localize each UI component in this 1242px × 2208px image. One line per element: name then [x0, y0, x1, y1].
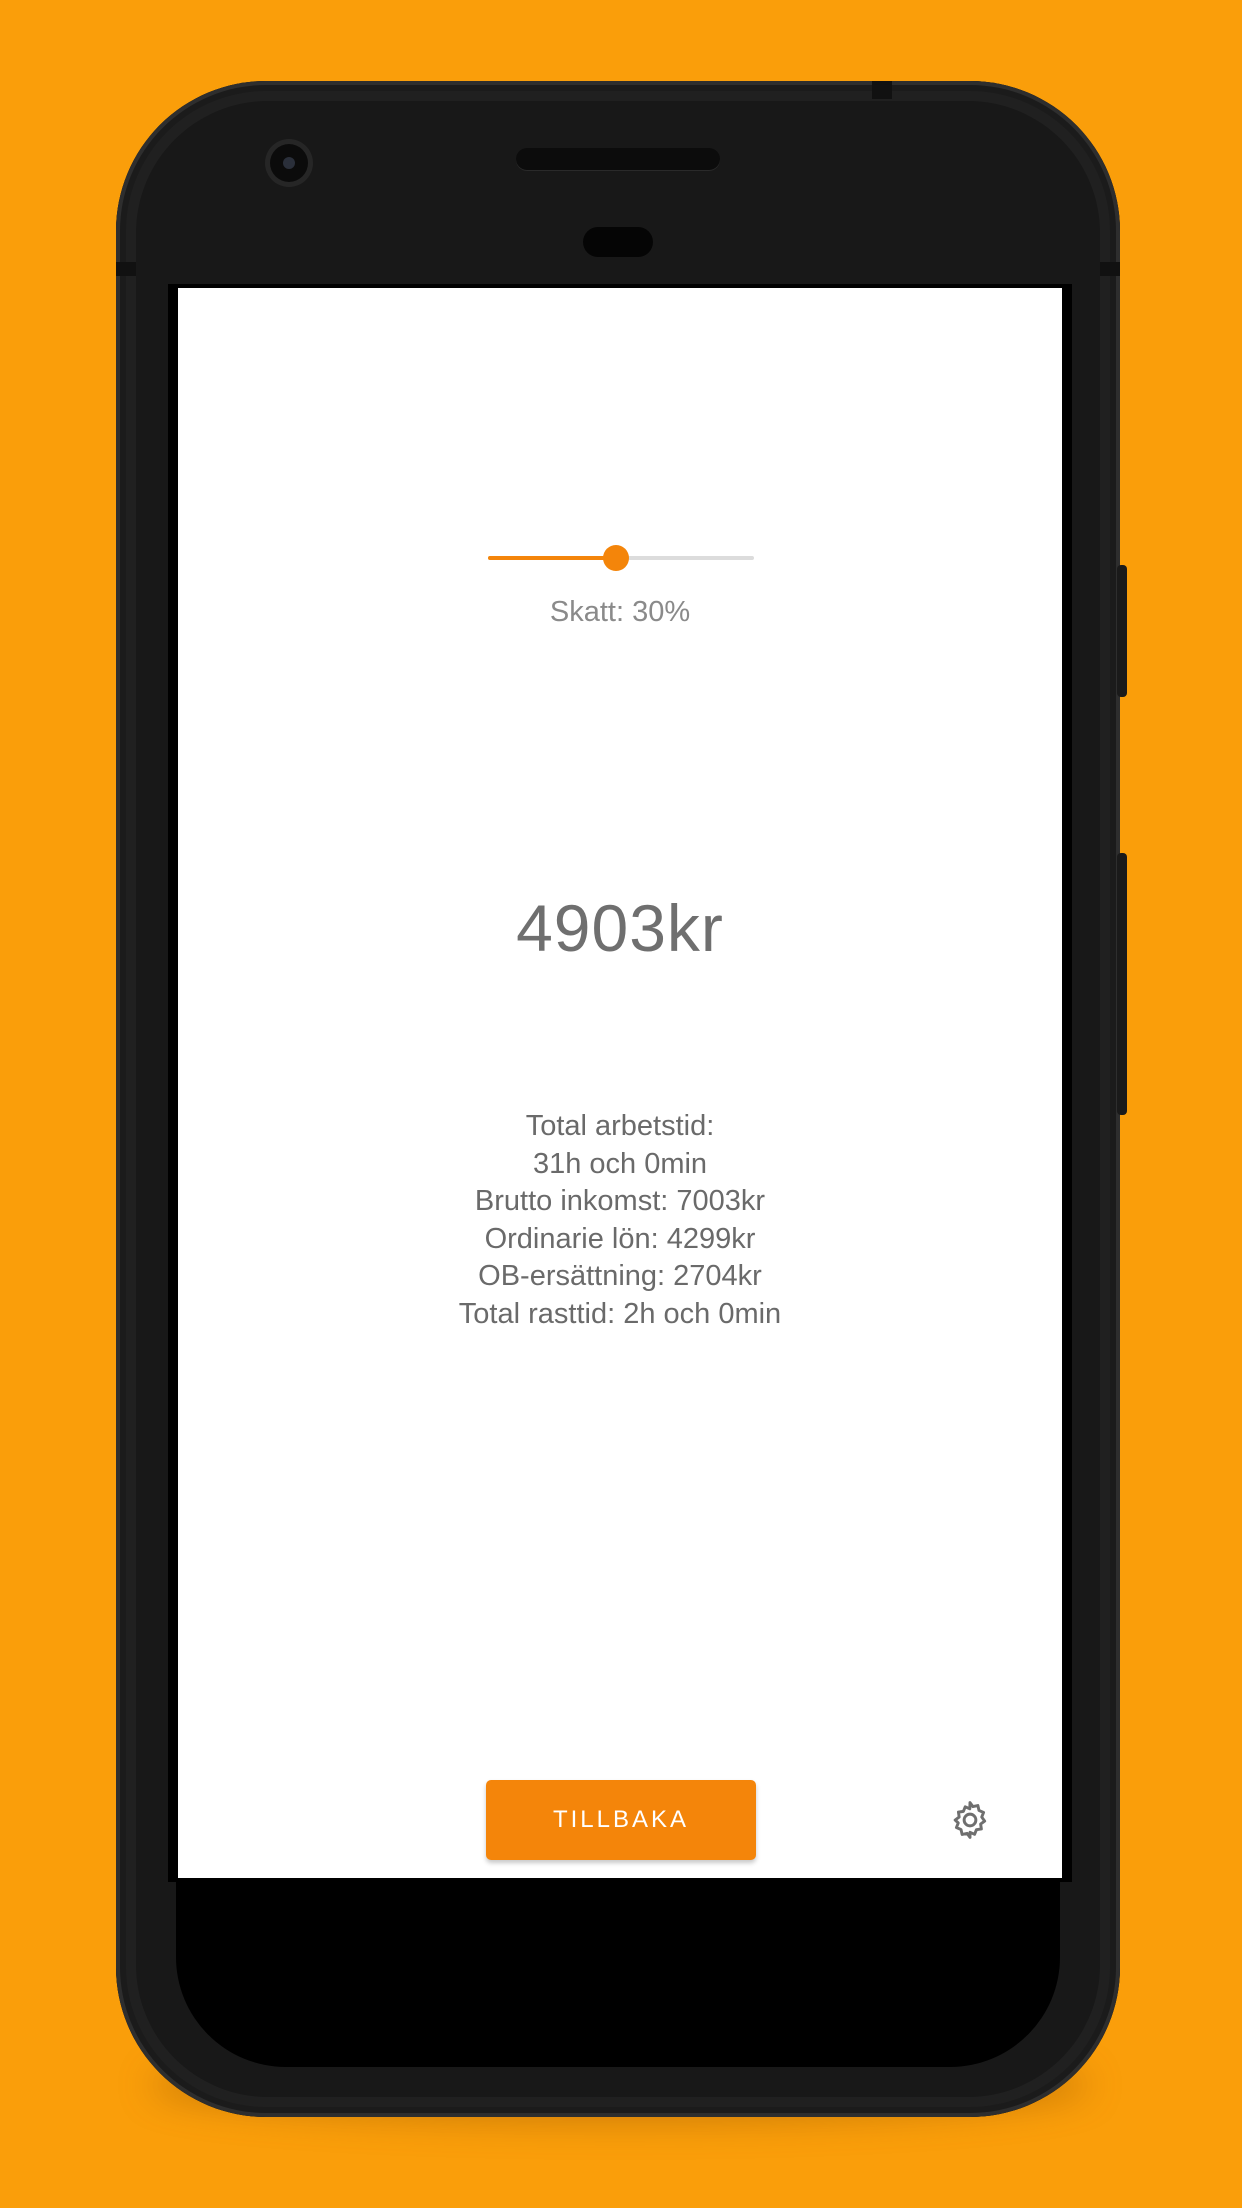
phone-screen: Skatt: 30% 4903kr Total arbetstid: 31h o…	[168, 284, 1072, 1882]
antenna-line	[116, 262, 136, 276]
app-view: Skatt: 30% 4903kr Total arbetstid: 31h o…	[178, 288, 1062, 1878]
power-button	[1117, 565, 1127, 697]
antenna-line	[872, 81, 892, 99]
proximity-sensor	[583, 227, 653, 257]
gross-income-text: Brutto inkomst: 7003kr	[474, 1185, 766, 1217]
net-income-amount: 4903kr	[516, 891, 724, 965]
antenna-line	[1100, 262, 1120, 276]
volume-button	[1117, 853, 1127, 1115]
gear-icon[interactable]	[948, 1798, 992, 1842]
front-camera-icon	[270, 144, 308, 182]
phone-chin	[176, 1877, 1060, 2067]
slider-thumb[interactable]	[602, 545, 629, 571]
work-time-value: 31h och 0min	[532, 1147, 708, 1180]
income-summary: Total arbetstid: 31h och 0min Brutto ink…	[178, 1108, 1062, 1333]
break-time-text: Total rasttid: 2h och 0min	[458, 1297, 782, 1330]
slider-fill	[488, 556, 616, 560]
work-time-label: Total arbetstid:	[525, 1110, 715, 1142]
earpiece-speaker	[516, 148, 720, 170]
tax-slider[interactable]	[488, 538, 754, 578]
back-button[interactable]: TILLBAKA	[486, 1780, 756, 1860]
tax-label: Skatt: 30%	[549, 596, 691, 628]
ob-compensation-text: OB-ersättning: 2704kr	[478, 1260, 762, 1292]
ordinary-salary-text: Ordinarie lön: 4299kr	[484, 1222, 756, 1255]
